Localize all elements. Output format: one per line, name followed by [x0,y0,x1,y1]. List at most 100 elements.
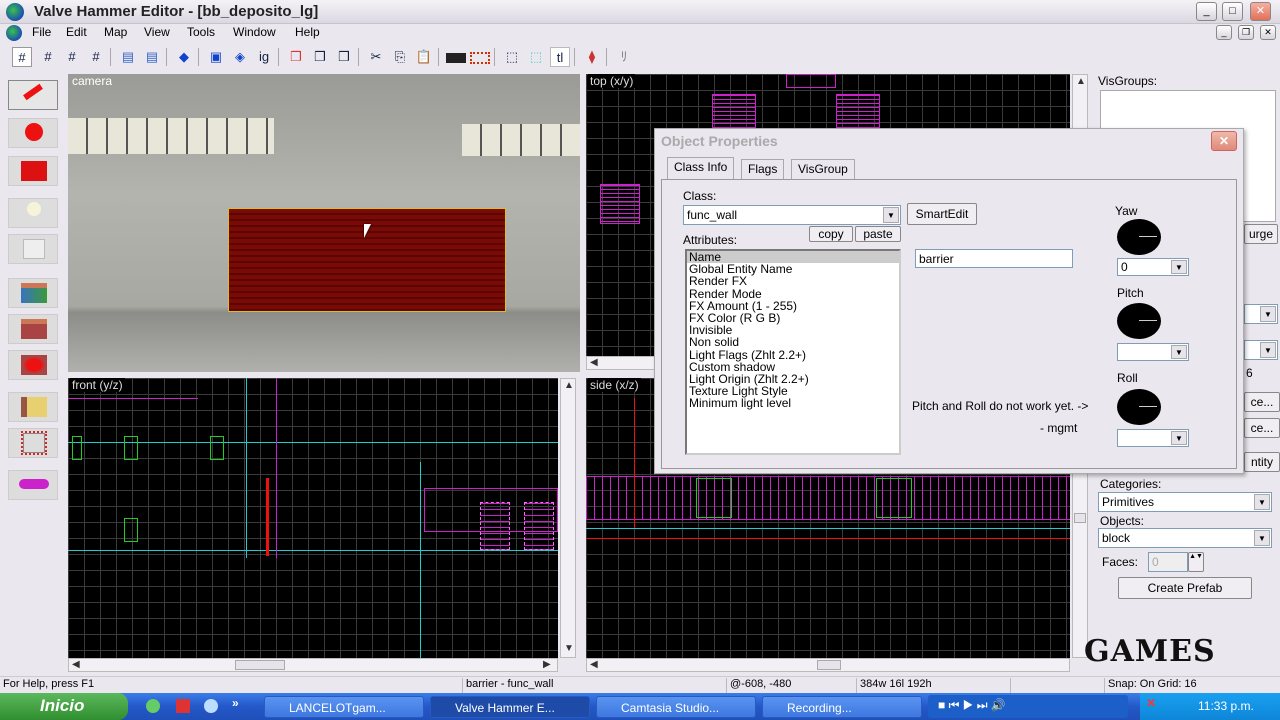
texture-filter-combo[interactable]: ▼ [1244,340,1278,360]
texture-lock-toggle-button[interactable]: tl [550,47,570,67]
objects-value: block [1102,531,1131,545]
selection-tool-icon[interactable] [8,80,58,110]
task-firefox[interactable]: LANCELOTgam... [264,696,424,718]
menu-map[interactable]: Map [104,25,127,39]
save-window-state-icon[interactable]: ▤ [142,47,162,67]
browse-button[interactable]: ce... [1244,392,1280,412]
make-hollow-icon[interactable]: ❒ [310,47,330,67]
task-camtasia[interactable]: Camtasia Studio... [596,696,756,718]
3d-grid-icon[interactable]: # [38,47,58,67]
maximize-button[interactable]: □ [1222,2,1243,21]
task-recording[interactable]: Recording... [762,696,922,718]
media-player-toolbar[interactable]: ■ ⏮ ▶ ⏭ 🔊 [928,695,1128,718]
menu-help[interactable]: Help [295,25,320,39]
texture-lock-icon[interactable] [446,53,466,63]
grid-smaller-icon[interactable]: # [62,47,82,67]
attribute-item[interactable]: Render FX [687,275,899,287]
menu-view[interactable]: View [144,25,170,39]
grid-toggle-icon[interactable]: # [12,47,32,67]
quicklaunch-icon[interactable] [146,699,160,713]
front-viewport-hscroll[interactable]: ◀ ▶ [68,658,558,672]
to-entity-button[interactable]: ntity [1244,452,1280,472]
vertex-manipulation-icon[interactable] [8,428,58,458]
front-viewport[interactable]: front (y/z) [68,378,558,658]
copy-button[interactable]: copy [809,226,853,242]
menu-edit[interactable]: Edit [66,25,87,39]
dialog-close-button[interactable]: ✕ [1211,131,1237,151]
close-button[interactable]: ✕ [1250,2,1271,21]
texture-scale-lock-icon[interactable] [470,52,490,64]
block-tool-icon[interactable] [8,234,58,264]
roll-select[interactable]: ▼ [1117,429,1189,447]
clock: 11:33 p.m. [1198,699,1254,713]
smartedit-button[interactable]: SmartEdit [907,203,977,225]
pitch-select[interactable]: ▼ [1117,343,1189,361]
side-viewport-hscroll[interactable]: ◀ [586,658,1070,672]
network-alert-icon[interactable]: ✕ [1146,696,1156,710]
mdi-restore-button[interactable]: ❐ [1238,25,1254,40]
entity-tool-icon[interactable] [8,198,58,228]
menu-window[interactable]: Window [233,25,276,39]
class-select[interactable]: func_wall ▼ [683,205,901,225]
pitch-dial[interactable] [1117,303,1161,339]
menu-tools[interactable]: Tools [187,25,215,39]
toggle-handles-icon[interactable]: ⬚ [502,47,522,67]
tab-flags[interactable]: Flags [741,159,785,179]
quicklaunch-more[interactable]: » [232,696,239,710]
attribute-item[interactable]: Light Flags (Zhlt 2.2+) [687,348,899,360]
carve-icon[interactable]: ❒ [286,47,306,67]
path-tool-icon[interactable] [8,470,58,500]
start-button[interactable]: Inicio [0,693,128,720]
copy-icon[interactable]: ⎘ [390,47,410,67]
attribute-value-input[interactable]: barrier [915,249,1073,268]
grid-larger-icon[interactable]: # [86,47,106,67]
camera-viewport[interactable]: camera [68,74,580,372]
texture-application-icon[interactable] [8,278,58,308]
cut-icon[interactable]: ✂ [366,47,386,67]
yaw-select[interactable]: 0 ▼ [1117,258,1189,276]
faces-input[interactable]: 0 [1148,552,1188,572]
paste-button[interactable]: paste [855,226,901,242]
objects-select[interactable]: block ▼ [1098,528,1272,548]
run-map-icon[interactable]: ◆ [174,47,194,67]
ignore-groups-button[interactable]: ig [254,47,274,67]
quicklaunch-icon[interactable] [204,699,218,713]
texture-combo[interactable]: ▼ [1244,304,1278,324]
categories-select[interactable]: Primitives ▼ [1098,492,1272,512]
hide-unselected-icon[interactable]: ◈ [230,47,250,67]
tab-class-info[interactable]: Class Info [667,157,735,179]
replace-button[interactable]: ce... [1244,418,1280,438]
faces-spinner[interactable]: ▲▼ [1188,552,1204,572]
select-by-box-icon[interactable]: ⬚ [526,47,546,67]
hide-selected-icon[interactable]: ▣ [206,47,226,67]
document-icon[interactable] [6,25,22,41]
path-tool-icon[interactable]: ﾘ [614,47,634,67]
magnify-tool-icon[interactable] [8,118,58,148]
purge-button[interactable]: urge [1244,224,1278,244]
attribute-item[interactable]: Render Mode [687,287,899,299]
create-prefab-button[interactable]: Create Prefab [1118,577,1252,599]
top-viewport-hscroll[interactable]: ◀ [586,356,656,370]
roll-dial[interactable] [1117,389,1161,425]
attribute-item[interactable]: Minimum light level [687,397,899,409]
load-window-state-icon[interactable]: ▤ [118,47,138,67]
task-hammer[interactable]: Valve Hammer E... [430,696,590,718]
front-viewport-vscroll[interactable]: ▲ ▼ [560,378,576,658]
attribute-item[interactable]: Non solid [687,336,899,348]
apply-current-texture-icon[interactable] [8,314,58,344]
paste-icon[interactable]: 📋 [414,47,434,67]
camera-tool-icon[interactable] [8,156,58,186]
3d-view-toggle-icon[interactable]: ⧫ [582,47,602,67]
attributes-list[interactable]: Name Global Entity Name Render FX Render… [685,249,901,455]
quicklaunch-icon[interactable] [176,699,190,713]
minimize-button[interactable]: _ [1196,2,1217,21]
tab-visgroup[interactable]: VisGroup [791,159,855,179]
yaw-label: Yaw [1115,204,1138,218]
menu-file[interactable]: File [32,25,51,39]
clipping-tool-icon[interactable] [8,392,58,422]
decal-tool-icon[interactable] [8,350,58,380]
group-icon[interactable]: ❒ [334,47,354,67]
yaw-dial[interactable] [1117,219,1161,255]
mdi-close-button[interactable]: ✕ [1260,25,1276,40]
mdi-minimize-button[interactable]: _ [1216,25,1232,40]
